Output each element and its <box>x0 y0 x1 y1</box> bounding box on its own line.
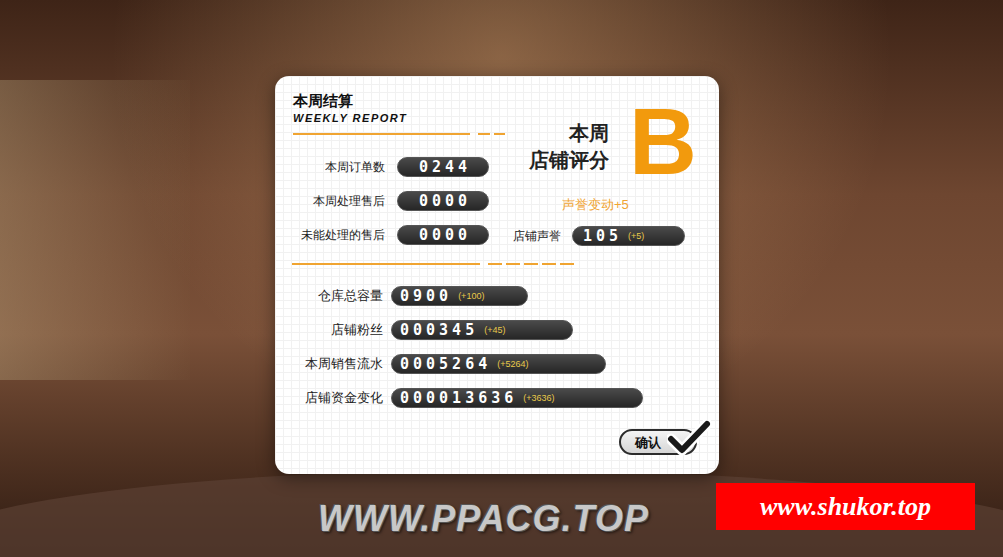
confirm-label[interactable]: 确认 <box>635 436 661 449</box>
site-banner-text: www.shukor.top <box>760 494 931 520</box>
report-subtitle: WEEKLY REPORT <box>293 112 505 125</box>
grade-label: 店铺评分 <box>529 147 609 174</box>
resource-label: 仓库总容量 <box>291 286 383 306</box>
resource-value: 000345 <box>400 323 478 338</box>
header-divider <box>293 133 505 135</box>
resource-row: 本周销售流水 0005264 (+5264) <box>291 347 719 381</box>
site-banner: www.shukor.top <box>716 483 975 530</box>
resource-delta: (+100) <box>458 292 484 301</box>
resource-pill: 000345 (+45) <box>391 320 573 340</box>
reputation-delta: (+5) <box>628 232 644 241</box>
stat-label: 本周订单数 <box>293 158 385 176</box>
resource-value: 0900 <box>400 289 452 304</box>
reputation-pill: 105 (+5) <box>572 226 685 246</box>
stat-value: 0244 <box>415 160 471 175</box>
resource-row: 店铺粉丝 000345 (+45) <box>291 313 719 347</box>
resource-pill: 0900 (+100) <box>391 286 528 306</box>
resource-delta: (+5264) <box>497 360 528 369</box>
game-screen: 本周结算 WEEKLY REPORT 本周订单数0244本周处理售后0000未能… <box>0 0 1003 557</box>
section-divider <box>275 263 719 265</box>
stat-pill: 0000 <box>397 191 489 211</box>
shop-grade: 本周 店铺评分 B <box>505 92 719 192</box>
window-light <box>0 80 190 380</box>
weekly-report-panel: 本周结算 WEEKLY REPORT 本周订单数0244本周处理售后0000未能… <box>275 76 719 474</box>
report-title: 本周结算 <box>293 92 505 110</box>
reputation-row: 店铺声誉 105 (+5) <box>505 219 719 253</box>
resource-pill: 000013636 (+3636) <box>391 388 643 408</box>
site-watermark: WWW.PPACG.TOP <box>318 499 649 539</box>
stat-row: 本周处理售后 0000 <box>293 184 505 218</box>
resource-pill: 0005264 (+5264) <box>391 354 606 374</box>
grade-letter: B <box>629 95 697 189</box>
resource-label: 店铺资金变化 <box>291 388 383 408</box>
resource-value: 0005264 <box>400 357 491 372</box>
reputation-change: 声誉变动+5 <box>505 196 719 214</box>
resource-label: 店铺粉丝 <box>291 320 383 340</box>
stat-pill: 0000 <box>397 225 489 245</box>
resource-row: 店铺资金变化 000013636 (+3636) <box>291 381 719 415</box>
confirm-button[interactable]: 确认 <box>619 428 697 456</box>
checkmark-icon <box>667 420 711 456</box>
grade-label: 本周 <box>569 120 609 147</box>
stat-label: 未能处理的售后 <box>293 226 385 244</box>
resource-row: 仓库总容量 0900 (+100) <box>291 279 719 313</box>
stat-value: 0000 <box>415 228 471 243</box>
reputation-value: 105 <box>583 229 622 244</box>
resource-delta: (+45) <box>484 326 505 335</box>
stat-pill: 0244 <box>397 157 489 177</box>
resource-value: 000013636 <box>400 391 517 406</box>
stat-row: 本周订单数 0244 <box>293 150 505 184</box>
stat-value: 0000 <box>415 194 471 209</box>
stat-row: 未能处理的售后 0000 <box>293 218 505 252</box>
resource-label: 本周销售流水 <box>291 354 383 374</box>
stat-label: 本周处理售后 <box>293 192 385 210</box>
resource-delta: (+3636) <box>523 394 554 403</box>
reputation-label: 店铺声誉 <box>513 227 561 245</box>
